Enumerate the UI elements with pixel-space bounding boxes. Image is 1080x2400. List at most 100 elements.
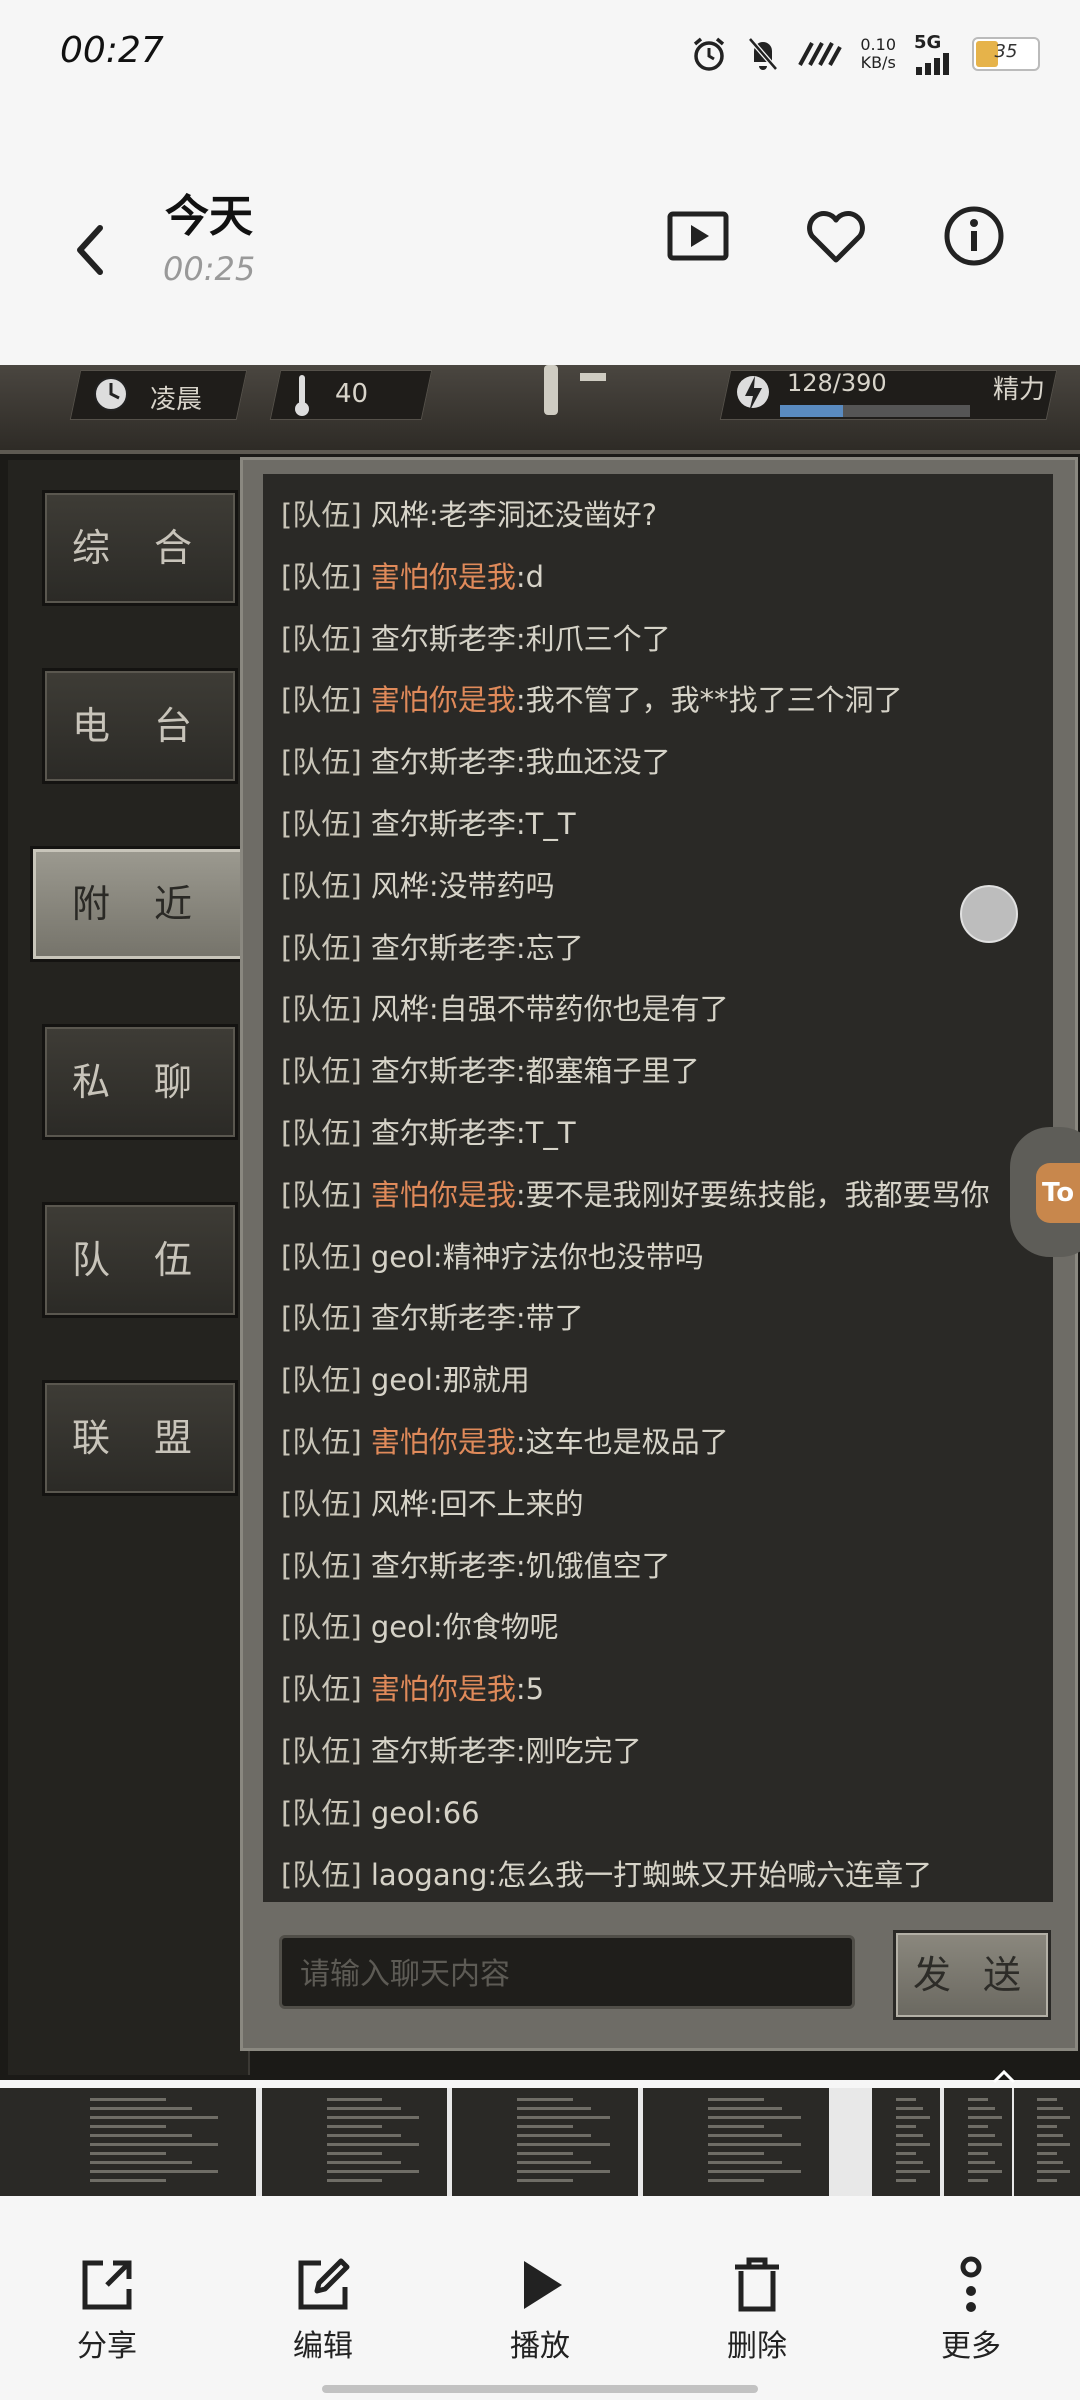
more-button[interactable]: 更多 [906, 2255, 1036, 2365]
chat-message-list[interactable]: [队伍] 风桦:老李洞还没凿好? [队伍] 害怕你是我:d [队伍] 查尔斯老李:利… [263, 474, 1053, 1902]
share-button[interactable]: 分享 [42, 2255, 172, 2365]
thumbnail[interactable] [643, 2088, 829, 2196]
channel-tag: [队伍] [281, 868, 362, 903]
energy-value: 128/390 [787, 369, 887, 397]
message-text: :都塞箱子里了 [515, 1054, 700, 1089]
mute-bell-icon [748, 36, 779, 71]
tab-channel[interactable]: 综 合 [42, 490, 238, 606]
edit-button[interactable]: 编辑 [258, 2255, 388, 2365]
favorite-heart-icon[interactable] [800, 200, 872, 272]
battery-level: 35 [994, 40, 1018, 62]
floating-assist-ball[interactable] [960, 885, 1018, 943]
chat-message: [队伍] 查尔斯老李:T_T [281, 801, 576, 843]
sender-name[interactable]: geol [371, 1796, 433, 1830]
chat-message: [队伍] 查尔斯老李:T_T [281, 1110, 576, 1152]
battery-icon: 35 [972, 36, 1040, 71]
sender-name[interactable]: 风桦 [371, 1487, 429, 1521]
thumbnail-strip[interactable] [0, 2088, 1080, 2196]
sender-name[interactable]: 害怕你是我 [371, 1425, 516, 1459]
side-widget-label: To [1036, 1163, 1080, 1223]
message-text: :d [515, 559, 545, 594]
sender-name[interactable]: 查尔斯老李 [371, 1116, 516, 1150]
chat-message: [队伍] 害怕你是我:这车也是极品了 [281, 1419, 729, 1461]
chat-message: [队伍] 查尔斯老李:刚吃完了 [281, 1728, 642, 1770]
chat-message: [队伍] geol:66 [281, 1790, 480, 1832]
info-icon[interactable] [938, 200, 1010, 272]
sender-name[interactable]: 风桦 [371, 992, 429, 1026]
play-video-icon[interactable] [662, 200, 734, 272]
screenshot-image: 凌晨 40 128/390 精力 综 合电 台附 近私 聊队 伍联 盟 [队伍]… [0, 365, 1080, 2080]
sender-name[interactable]: geol [371, 1240, 433, 1274]
channel-tag: [队伍] [281, 1795, 362, 1830]
energy-label: 精力 [993, 375, 1046, 405]
delete-button[interactable]: 删除 [692, 2255, 822, 2365]
channel-tag: [队伍] [281, 1672, 362, 1707]
sender-name[interactable]: 查尔斯老李 [371, 1301, 516, 1335]
chat-message: [队伍] 查尔斯老李:带了 [281, 1295, 584, 1337]
thumbnail[interactable] [262, 2088, 447, 2196]
chat-message: [队伍] 查尔斯老李:都塞箱子里了 [281, 1048, 700, 1090]
sender-name[interactable]: 风桦 [371, 869, 429, 903]
chat-message: [队伍] 风桦:没带药吗 [281, 863, 555, 905]
sender-name[interactable]: 害怕你是我 [371, 1672, 516, 1706]
sender-name[interactable]: 查尔斯老李 [371, 1054, 516, 1088]
thumbnail[interactable] [1014, 2088, 1080, 2196]
back-arrow-icon[interactable] [60, 210, 120, 290]
net-speed: 0.10 KB/s [860, 35, 896, 72]
sender-name[interactable]: 查尔斯老李 [371, 1549, 516, 1583]
sender-name[interactable]: 查尔斯老李 [371, 807, 516, 841]
chat-input[interactable]: 请输入聊天内容 [279, 1935, 855, 2009]
chat-message: [队伍] 查尔斯老李:忘了 [281, 925, 584, 967]
sender-name[interactable]: geol [371, 1363, 433, 1397]
channel-tag: [队伍] [281, 1486, 362, 1521]
message-text: :刚吃完了 [515, 1734, 642, 1768]
channel-tag: [队伍] [281, 1363, 362, 1398]
sender-name[interactable]: 查尔斯老李 [371, 931, 516, 965]
thumbnail[interactable] [452, 2088, 638, 2196]
side-floating-widget[interactable]: To [1010, 1127, 1080, 1257]
sender-name[interactable]: 害怕你是我 [371, 560, 516, 594]
message-text: :那就用 [432, 1363, 530, 1398]
tab-channel[interactable]: 队 伍 [42, 1202, 238, 1318]
sender-name[interactable]: 查尔斯老李 [371, 622, 516, 656]
sender-name[interactable]: 查尔斯老李 [371, 1734, 516, 1768]
sender-name[interactable]: 害怕你是我 [371, 1178, 516, 1212]
message-text: :带了 [515, 1301, 584, 1336]
tab-channel[interactable]: 联 盟 [42, 1380, 238, 1496]
sender-name[interactable]: 害怕你是我 [371, 683, 516, 717]
play-icon [524, 2261, 562, 2309]
chat-message: [队伍] 害怕你是我:5 [281, 1666, 544, 1708]
thumbnail[interactable] [872, 2088, 940, 2196]
message-text: :饥饿值空了 [515, 1548, 671, 1583]
sender-name[interactable]: geol [371, 1610, 433, 1644]
channel-tag: [队伍] [281, 621, 362, 656]
signal: 5G [914, 32, 954, 75]
thumbnail[interactable] [944, 2088, 1012, 2196]
photo-time: 00:25 [163, 250, 256, 288]
sender-name[interactable]: 查尔斯老李 [371, 745, 516, 779]
current-thumb-marker-icon [992, 2069, 1016, 2084]
network-type: 5G [914, 32, 942, 53]
message-text: :忘了 [515, 930, 584, 965]
send-button[interactable]: 发 送 [893, 1930, 1051, 2020]
message-text: :T_T [515, 807, 576, 841]
message-text: :你食物呢 [432, 1610, 559, 1645]
channel-tag: [队伍] [281, 683, 362, 718]
more-label: 更多 [941, 2329, 1001, 2364]
edit-icon [298, 2258, 350, 2310]
sender-name[interactable]: laogang [371, 1858, 488, 1892]
play-button[interactable]: 播放 [475, 2255, 605, 2365]
channel-tag: [队伍] [281, 559, 362, 594]
tab-channel[interactable]: 附 近 [30, 846, 250, 962]
body-status-icon [544, 365, 606, 415]
tab-channel[interactable]: 电 台 [42, 668, 238, 784]
channel-tag: [队伍] [281, 1177, 362, 1212]
chat-message: [队伍] 风桦:回不上来的 [281, 1481, 584, 1523]
message-text: :精神疗法你也没带吗 [432, 1239, 704, 1274]
sender-name[interactable]: 风桦 [371, 498, 429, 532]
message-text: :要不是我刚好要练技能，我都要骂你 [515, 1177, 990, 1212]
thumbnail[interactable] [0, 2088, 256, 2196]
home-indicator[interactable] [322, 2385, 758, 2393]
chat-message: [队伍] 查尔斯老李:利爪三个了 [281, 616, 671, 658]
tab-channel[interactable]: 私 聊 [42, 1024, 238, 1140]
